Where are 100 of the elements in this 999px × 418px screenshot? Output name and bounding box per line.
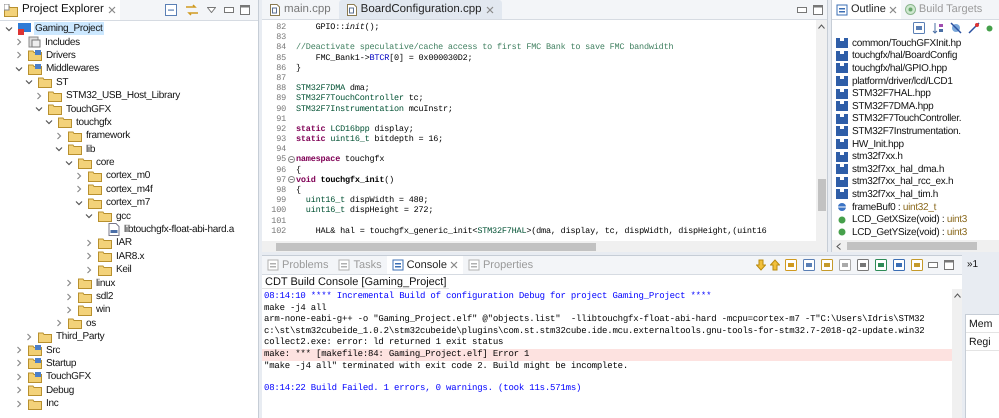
- chevron-right-icon[interactable]: [35, 92, 43, 100]
- tree-item[interactable]: Inc: [45, 397, 60, 410]
- outline-item[interactable]: LCD_GetYSize(void) : uint3: [852, 224, 968, 240]
- close-icon[interactable]: [108, 6, 116, 14]
- tree-item[interactable]: cortex_m0: [105, 169, 151, 182]
- outline-item[interactable]: STM32F7Instrumentation.: [852, 124, 961, 139]
- chevron-left-icon[interactable]: [836, 242, 841, 250]
- tree-item[interactable]: framework: [85, 129, 131, 142]
- tree-item[interactable]: TouchGFX: [65, 102, 112, 116]
- tree-item[interactable]: core: [95, 156, 116, 170]
- view-tab[interactable]: Console: [386, 256, 463, 274]
- sort-icon[interactable]: [932, 22, 944, 34]
- chevron-right-icon[interactable]: [55, 132, 63, 140]
- tree-item[interactable]: IAR: [115, 236, 133, 250]
- horizontal-scrollbar[interactable]: [262, 241, 827, 252]
- close-icon[interactable]: [888, 6, 897, 14]
- tree-item[interactable]: lib: [85, 142, 96, 156]
- tree-item[interactable]: TouchGFX: [45, 370, 92, 384]
- fold-minus-icon[interactable]: [288, 176, 294, 184]
- line-number: 82: [275, 22, 286, 32]
- outline-item[interactable]: frameBuf0 : uint32_t: [852, 200, 936, 215]
- view-menu-icon[interactable]: [207, 7, 216, 13]
- vertical-scrollbar[interactable]: [952, 289, 962, 418]
- outline-item[interactable]: platform/driver/lcd/LCD1: [852, 74, 953, 89]
- outline-item[interactable]: touchgfx/hal/BoardConfig: [852, 48, 958, 64]
- minimize-icon[interactable]: [224, 7, 234, 13]
- collapse-all-icon[interactable]: [912, 21, 926, 35]
- scrollbar-thumb[interactable]: [276, 242, 596, 250]
- collapse-all-icon[interactable]: [165, 4, 177, 16]
- vertical-scrollbar[interactable]: [816, 20, 827, 241]
- tree-item[interactable]: Middlewares: [45, 62, 100, 76]
- tree-item[interactable]: cortex_m7: [105, 196, 151, 210]
- outline-item[interactable]: common/TouchGFXInit.hp: [852, 36, 962, 51]
- maximize-icon[interactable]: [240, 5, 250, 15]
- view-tab[interactable]: Project Explorer: [0, 0, 120, 20]
- arrow-down-icon[interactable]: [756, 259, 766, 271]
- arrow-up-icon[interactable]: [770, 259, 780, 271]
- tree-item[interactable]: Drivers: [45, 48, 77, 62]
- tree-item[interactable]: Keil: [115, 263, 132, 276]
- editor-tab[interactable]: BoardConfiguration.cpp: [338, 0, 502, 19]
- chevron-down-icon[interactable]: [5, 24, 13, 33]
- minimize-icon[interactable]: [928, 262, 938, 268]
- outline-item[interactable]: HW_Init.hpp: [852, 136, 904, 152]
- line-number: 100: [270, 205, 286, 216]
- outline-item[interactable]: LCD_GetXSize(void) : uint3: [852, 212, 968, 228]
- editor-tab[interactable]: main.cpp: [262, 0, 339, 19]
- folder-icon: [48, 103, 62, 116]
- outline-item[interactable]: stm32f7xx_hal_tim.h: [852, 186, 938, 202]
- line-number: 101: [270, 216, 286, 226]
- folder-icon: [88, 196, 102, 209]
- line-number: 89: [275, 93, 286, 104]
- outline-item[interactable]: touchgfx/hal/GPIO.hpp: [852, 60, 947, 76]
- line-number: 93: [275, 134, 286, 144]
- problems-icon: [267, 259, 279, 271]
- line-number: 86: [275, 62, 286, 73]
- tree-item[interactable]: libtouchgfx-float-abi-hard.a: [123, 223, 235, 236]
- close-icon[interactable]: [486, 6, 494, 14]
- tree-item[interactable]: Gaming_Project: [34, 22, 104, 36]
- chevron-up-icon[interactable]: [818, 24, 825, 29]
- scrollbar-thumb[interactable]: [847, 242, 977, 250]
- maximize-icon[interactable]: [813, 4, 823, 14]
- outline-item[interactable]: stm32f7xx_hal_dma.h: [852, 162, 944, 177]
- tree-item[interactable]: sdl2: [95, 290, 114, 303]
- tree-item[interactable]: Includes: [44, 36, 81, 49]
- fold-minus-icon[interactable]: [288, 156, 294, 164]
- minimize-icon[interactable]: [797, 6, 807, 12]
- tree-item[interactable]: Startup: [45, 356, 78, 370]
- outline-item[interactable]: stm32f7xx_hal_rcc_ex.h: [852, 174, 954, 190]
- view-tab[interactable]: Outline: [832, 0, 901, 19]
- tree-item[interactable]: Debug: [45, 384, 75, 397]
- panel-label: Mem: [966, 315, 999, 333]
- tree-item[interactable]: cortex_m4f: [105, 182, 154, 196]
- line-number: 99: [275, 195, 286, 206]
- dot-icon[interactable]: [986, 24, 993, 32]
- tree-item[interactable]: ST: [55, 76, 70, 89]
- tree-item[interactable]: IAR8.x: [115, 250, 146, 263]
- side-tab[interactable]: »1: [965, 255, 999, 274]
- tree-item[interactable]: gcc: [115, 210, 132, 223]
- tree-item[interactable]: Third_Party: [55, 330, 106, 344]
- outline-item[interactable]: STM32F7DMA.hpp: [852, 98, 934, 114]
- code-line: }: [296, 62, 301, 73]
- chevron-up-icon[interactable]: [954, 293, 960, 298]
- link-editor-icon[interactable]: [185, 4, 199, 16]
- tree-item[interactable]: Src: [45, 344, 62, 357]
- folder-icon: [78, 290, 92, 302]
- scrollbar-thumb[interactable]: [818, 179, 826, 211]
- tree-item[interactable]: linux: [95, 276, 116, 290]
- line-number: 87: [275, 72, 286, 84]
- code-line: namespace touchgfx: [296, 154, 384, 165]
- outline-item[interactable]: stm32f7xx.h: [852, 149, 903, 164]
- tree-item[interactable]: win: [95, 303, 112, 316]
- outline-item[interactable]: STM32F7TouchController.: [852, 111, 962, 126]
- tree-item[interactable]: os: [85, 316, 97, 330]
- maximize-icon[interactable]: [944, 260, 954, 270]
- outline-item[interactable]: STM32F7HAL.hpp: [852, 86, 931, 102]
- tree-item[interactable]: touchgfx: [75, 116, 112, 129]
- close-icon[interactable]: [450, 261, 458, 269]
- tree-item[interactable]: STM32_USB_Host_Library: [65, 89, 182, 102]
- source-folder-icon: [28, 370, 42, 383]
- horizontal-scrollbar[interactable]: [832, 240, 999, 252]
